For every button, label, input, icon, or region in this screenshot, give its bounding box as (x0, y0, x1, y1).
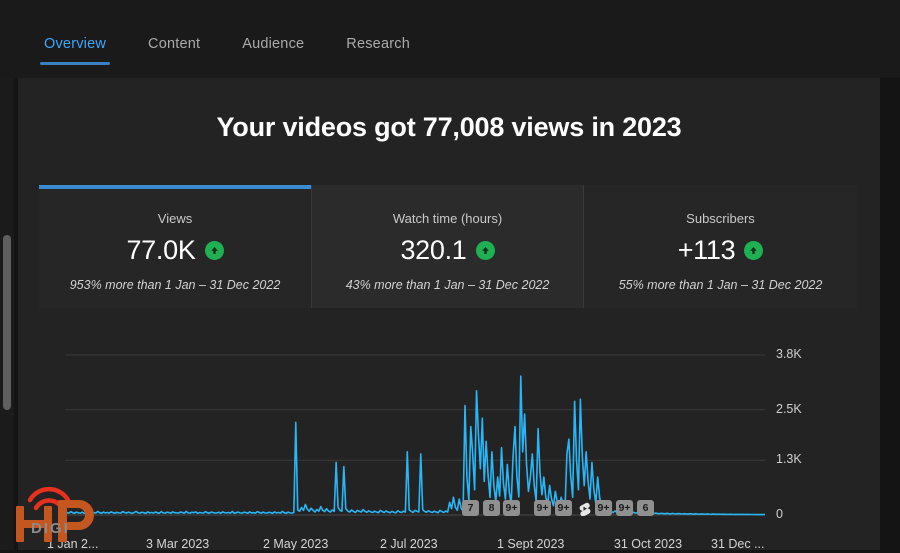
tab-overview-label: Overview (44, 36, 107, 52)
tab-research[interactable]: Research (342, 36, 414, 65)
chart-video-count-badge[interactable]: 9+ (534, 500, 551, 516)
page-title: Your videos got 77,008 views in 2023 (216, 112, 682, 142)
metric-card-watch-time-value: 320.1 (400, 235, 467, 265)
analytics-tabs: Overview Content Audience Research (40, 36, 414, 65)
tab-audience[interactable]: Audience (238, 36, 308, 65)
chart-video-count-badge[interactable]: 9+ (555, 500, 572, 516)
tab-content-label: Content (148, 36, 201, 52)
chart-x-tick-label: 2 May 2023 (262, 537, 329, 550)
views-chart: 0 1.3K 2.5K 3.8K 7 8 9+ 9+ 9+ 9+ 9+ 6 1 Jan 2... 3 … (18, 343, 880, 550)
metric-card-views-value: 77.0K (126, 235, 196, 265)
chart-video-count-badge[interactable]: 9+ (616, 500, 633, 516)
metric-card-subscribers-label: Subscribers (686, 211, 755, 226)
metric-card-subscribers-delta: 55% more than 1 Jan – 31 Dec 2022 (618, 278, 823, 292)
metric-card-subscribers[interactable]: Subscribers +113 55% more than 1 Jan – 3… (583, 185, 857, 308)
metric-card-subscribers-value-row: +113 (678, 235, 764, 266)
tab-content[interactable]: Content (144, 36, 204, 65)
chart-video-count-badge[interactable]: 7 (462, 500, 479, 516)
metric-card-watch-time[interactable]: Watch time (hours) 320.1 43% more than 1… (311, 185, 583, 308)
chart-video-count-badge[interactable]: 6 (637, 500, 654, 516)
metric-card-watch-time-value-row: 320.1 (400, 235, 495, 266)
metric-card-views-label: Views (157, 211, 193, 226)
chart-x-axis: 1 Jan 2... 3 Mar 2023 2 May 2023 2 Jul 2023… (18, 533, 880, 550)
chart-x-tick-label: 3 Mar 2023 (145, 537, 210, 550)
chart-x-tick-label: 31 Dec ... (711, 537, 765, 550)
metric-card-views-delta: 953% more than 1 Jan – 31 Dec 2022 (69, 278, 281, 292)
chart-video-count-badge[interactable]: 9+ (503, 500, 520, 516)
metric-cards-row: Views 77.0K 953% more than 1 Jan – 31 De… (39, 185, 857, 308)
tab-audience-label: Audience (242, 36, 305, 52)
metric-card-watch-time-label: Watch time (hours) (392, 211, 503, 226)
page-scrollbar[interactable] (0, 70, 14, 550)
shorts-icon[interactable] (575, 500, 594, 516)
arrow-up-circle-icon (204, 241, 224, 260)
tab-overview[interactable]: Overview (40, 36, 111, 65)
metric-card-watch-time-delta: 43% more than 1 Jan – 31 Dec 2022 (345, 278, 550, 292)
metric-card-views[interactable]: Views 77.0K 953% more than 1 Jan – 31 De… (39, 185, 311, 308)
chart-x-tick-label: 31 Oct 2023 (613, 537, 683, 550)
metric-card-views-value-row: 77.0K (126, 235, 224, 266)
metric-card-subscribers-value: +113 (677, 235, 736, 265)
chart-video-markers: 7 8 9+ 9+ 9+ 9+ 9+ 6 (18, 343, 880, 533)
tab-research-label: Research (346, 36, 410, 52)
arrow-up-circle-icon (475, 241, 495, 260)
analytics-content-panel: Your videos got 77,008 views in 2023 Vie… (18, 78, 880, 550)
arrow-up-circle-icon (744, 241, 764, 260)
chart-x-tick-label: 2 Jul 2023 (379, 537, 438, 550)
chart-video-count-badge[interactable]: 9+ (595, 500, 612, 516)
chart-video-count-badge[interactable]: 8 (483, 500, 500, 516)
page-scrollbar-thumb[interactable] (3, 235, 11, 410)
top-navigation-bar: Overview Content Audience Research (0, 0, 900, 78)
chart-x-tick-label: 1 Jan 2... (47, 537, 99, 550)
chart-x-tick-label: 1 Sept 2023 (496, 537, 565, 550)
